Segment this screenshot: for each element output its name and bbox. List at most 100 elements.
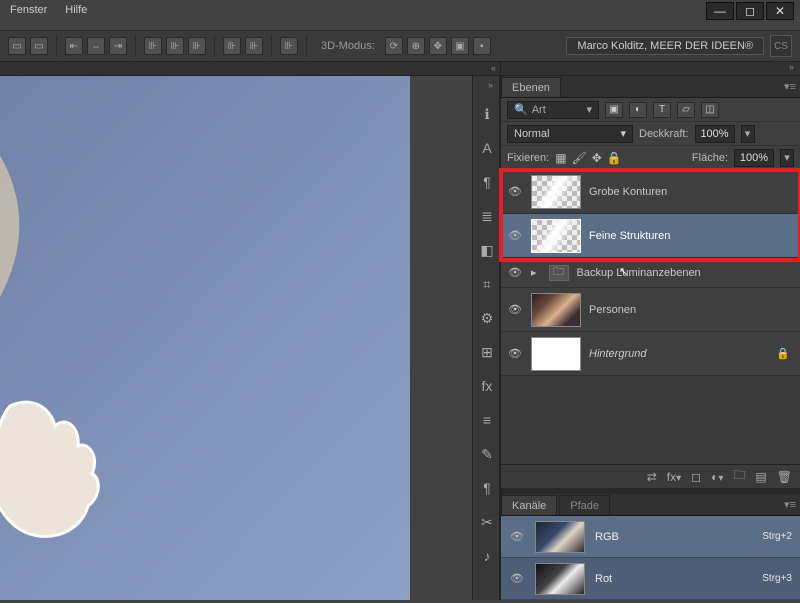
close-button[interactable]: ✕	[766, 2, 794, 20]
lock-transparent-icon[interactable]: ▦	[555, 151, 566, 165]
paragraph-icon[interactable]: ¶	[473, 168, 501, 196]
layer-name[interactable]: Grobe Konturen	[589, 186, 794, 198]
collapse-chevron-icon[interactable]: «	[491, 63, 496, 73]
align-icon-2[interactable]: ⇔	[87, 37, 105, 55]
blend-mode-dropdown[interactable]: Normal ▾	[507, 125, 633, 143]
window-controls: — ◻ ✕	[706, 0, 800, 22]
lock-pixels-icon[interactable]: 🖌	[572, 151, 587, 165]
delete-layer-icon[interactable]: 🗑	[777, 470, 792, 484]
dist-icon-3[interactable]: ⊪	[188, 37, 206, 55]
layers-filter-row: 🔍 Art ▾ ▣ ◐ T ▱ ◫	[501, 98, 800, 122]
visibility-toggle-icon[interactable]: 👁	[507, 347, 523, 360]
fx-icon[interactable]: fx	[473, 372, 501, 400]
filter-type-icon[interactable]: T	[653, 102, 671, 118]
filter-smart-icon[interactable]: ◫	[701, 102, 719, 118]
visibility-toggle-icon[interactable]: 👁	[507, 229, 523, 242]
align-icon-3[interactable]: ⇥	[109, 37, 127, 55]
notes-icon[interactable]: ♪	[473, 542, 501, 570]
menu-hilfe[interactable]: Hilfe	[65, 4, 87, 22]
brush-icon[interactable]: ✎	[473, 440, 501, 468]
lock-position-icon[interactable]: ✥	[592, 151, 602, 165]
tab-ebenen[interactable]: Ebenen	[501, 77, 561, 97]
layer-thumbnail[interactable]	[531, 219, 581, 253]
cs-live-icon[interactable]: CS	[770, 35, 792, 57]
channel-thumbnail	[535, 521, 585, 553]
visibility-toggle-icon[interactable]: 👁	[507, 303, 523, 316]
lock-all-icon[interactable]: 🔒	[607, 151, 622, 165]
adjustment-layer-icon[interactable]: ◐▾	[711, 470, 723, 484]
navigator-icon[interactable]: ◧	[473, 236, 501, 264]
lock-icons: ▦ 🖌 ✥ 🔒	[555, 151, 622, 165]
swatches-icon[interactable]: ⚙	[473, 304, 501, 332]
visibility-toggle-icon[interactable]: 👁	[507, 266, 523, 279]
group-expand-icon[interactable]: ▸	[531, 266, 537, 279]
mode3d-icon-5[interactable]: ▪	[473, 37, 491, 55]
minimize-button[interactable]: —	[706, 2, 734, 20]
layer-name[interactable]: Feine Strukturen	[589, 230, 794, 242]
layer-row[interactable]: 👁 Grobe Konturen	[501, 170, 800, 214]
visibility-toggle-icon[interactable]: 👁	[507, 185, 523, 198]
layer-thumbnail[interactable]	[531, 175, 581, 209]
fill-flyout[interactable]: ▾	[780, 149, 794, 167]
layer-name[interactable]: Personen	[589, 304, 794, 316]
styles-icon[interactable]: ≣	[473, 202, 501, 230]
panel-menu-icon[interactable]: ▾≡	[784, 80, 796, 93]
mode3d-icon-3[interactable]: ✥	[429, 37, 447, 55]
channel-row[interactable]: 👁 RGB Strg+2	[501, 516, 800, 558]
visibility-toggle-icon[interactable]: 👁	[509, 530, 525, 543]
layer-row[interactable]: 👁 Personen	[501, 288, 800, 332]
filter-shape-icon[interactable]: ▱	[677, 102, 695, 118]
menu-bar: Fenster Hilfe	[0, 4, 87, 22]
canvas-area[interactable]	[0, 76, 410, 600]
workspace-profile[interactable]: Marco Kolditz, MEER DER IDEEN®	[566, 37, 764, 55]
filter-adjust-icon[interactable]: ◐	[629, 102, 647, 118]
paragraph2-icon[interactable]: ¶	[473, 474, 501, 502]
fill-input[interactable]: 100%	[734, 149, 774, 167]
opacity-input[interactable]: 100%	[695, 125, 735, 143]
new-layer-icon[interactable]: ▤	[755, 470, 766, 484]
tab-pfade[interactable]: Pfade	[559, 495, 610, 515]
layer-row[interactable]: 👁 Feine Strukturen	[501, 214, 800, 258]
group-layers-icon[interactable]: 🗀	[733, 466, 745, 487]
fill-label: Fläche:	[692, 152, 728, 164]
mode3d-icon-2[interactable]: ⊕	[407, 37, 425, 55]
menu-fenster[interactable]: Fenster	[10, 4, 47, 22]
layer-row[interactable]: 👁 ▸ 🗀 Backup Luminanzebenen ↖	[501, 258, 800, 288]
panel-menu-icon[interactable]: ▾≡	[784, 498, 796, 511]
dist-icon-1[interactable]: ⊪	[144, 37, 162, 55]
histogram-icon[interactable]: ⌗	[473, 270, 501, 298]
channel-row[interactable]: 👁 Rot Strg+3	[501, 558, 800, 600]
lock-label: Fixieren:	[507, 152, 549, 164]
layer-fx-icon[interactable]: fx▾	[667, 470, 681, 484]
layer-thumbnail[interactable]	[531, 293, 581, 327]
clone-icon[interactable]: ✂	[473, 508, 501, 536]
layer-filter-dropdown[interactable]: 🔍 Art ▾	[507, 101, 599, 119]
mode3d-icon-4[interactable]: ▣	[451, 37, 469, 55]
layer-thumbnail[interactable]	[531, 337, 581, 371]
collapsed-panel-dock: » ℹ A ¶ ≣ ◧ ⌗ ⚙ ⊞ fx ≡ ✎ ¶ ✂ ♪	[472, 76, 500, 600]
dist-icon-5[interactable]: ⊪	[245, 37, 263, 55]
character-icon[interactable]: A	[473, 134, 501, 162]
layer-name[interactable]: Backup Luminanzebenen	[577, 267, 794, 279]
tab-kanaele[interactable]: Kanäle	[501, 495, 557, 515]
layer-name[interactable]: Hintergrund	[589, 348, 768, 360]
info-icon[interactable]: ℹ	[473, 100, 501, 128]
layer-mask-icon[interactable]: ◻	[691, 470, 701, 484]
styles2-icon[interactable]: ⊞	[473, 338, 501, 366]
opt-icon-2[interactable]: ▭	[30, 37, 48, 55]
maximize-button[interactable]: ◻	[736, 2, 764, 20]
dist-icon-6[interactable]: ⊪	[280, 37, 298, 55]
opt-icon-1[interactable]: ▭	[8, 37, 26, 55]
panel-collapse-bar[interactable]: »	[501, 62, 800, 76]
link-layers-icon[interactable]: ⇄	[647, 470, 657, 484]
visibility-toggle-icon[interactable]: 👁	[509, 572, 525, 585]
filter-image-icon[interactable]: ▣	[605, 102, 623, 118]
align-icon-1[interactable]: ⇤	[65, 37, 83, 55]
dist-icon-2[interactable]: ⊪	[166, 37, 184, 55]
layer-row[interactable]: 👁 Hintergrund 🔒	[501, 332, 800, 376]
actions-icon[interactable]: ≡	[473, 406, 501, 434]
dock-expand-icon[interactable]: »	[488, 80, 493, 90]
dist-icon-4[interactable]: ⊪	[223, 37, 241, 55]
mode3d-icon-1[interactable]: ⟳	[385, 37, 403, 55]
opacity-flyout[interactable]: ▾	[741, 125, 755, 143]
